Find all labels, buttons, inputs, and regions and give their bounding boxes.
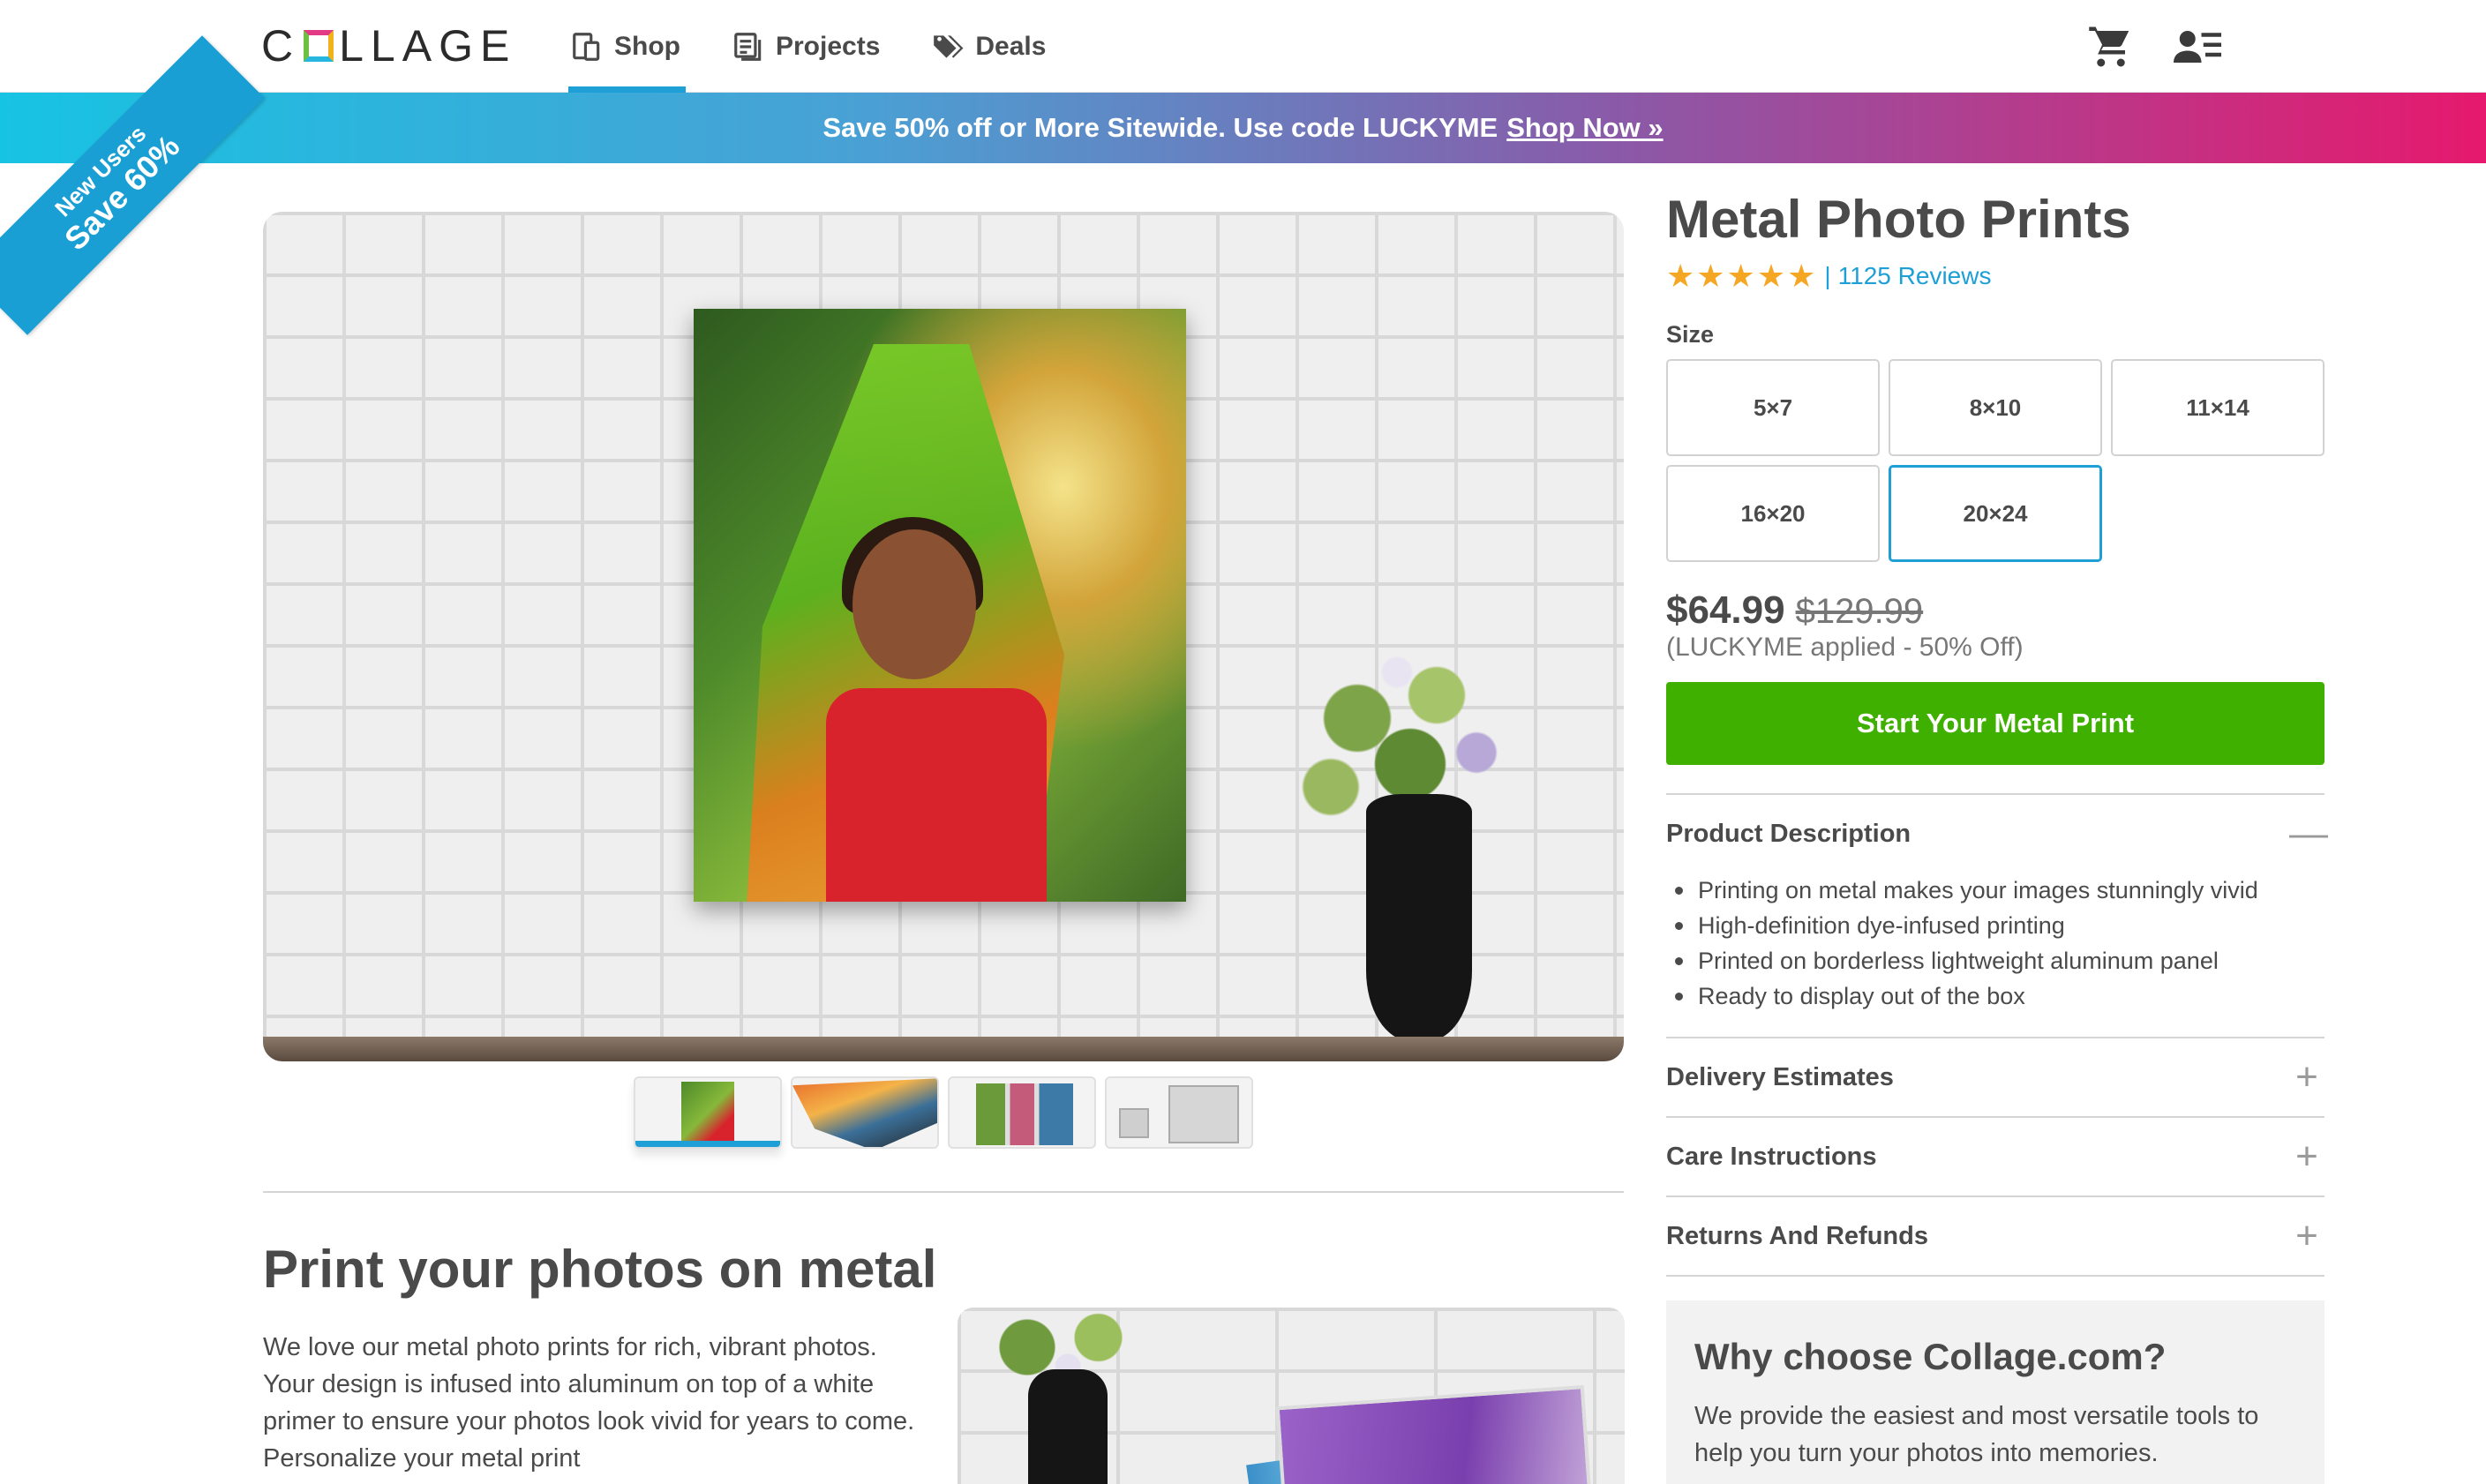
site-header: C LLAGE Shop Projects Deals [0, 0, 2486, 93]
logo-square-icon [304, 30, 334, 62]
product-accordion: Product Description — Printing on metal … [1666, 793, 2328, 1277]
section-body: We love our metal photo prints for rich,… [263, 1333, 915, 1473]
size-label: Size [1666, 321, 1715, 348]
original-price: $129.99 [1795, 592, 1924, 631]
thumbnail-3[interactable] [948, 1076, 1096, 1149]
section-title: Print your photos on metal [263, 1240, 937, 1299]
accordion-header-description[interactable]: Product Description — [1666, 795, 2328, 873]
nav-projects[interactable]: Projects [726, 0, 885, 93]
size-option-11x14[interactable]: 11×14 [2111, 359, 2325, 456]
image-thumbnails [634, 1076, 1253, 1149]
product-hero-image[interactable] [263, 212, 1624, 1061]
expand-icon[interactable]: + [2289, 1137, 2325, 1176]
reviews-link[interactable]: 1125 Reviews [1838, 262, 1992, 290]
thumbnail-4[interactable] [1105, 1076, 1253, 1149]
list-item: Printing on metal makes your images stun… [1670, 873, 2325, 908]
why-title: Why choose Collage.com? [1694, 1336, 2167, 1377]
promo-banner: Save 50% off or More Sitewide. Use code … [0, 93, 2486, 163]
accordion-delivery: Delivery Estimates + [1666, 1038, 2325, 1118]
nav-shop[interactable]: Shop [565, 0, 686, 93]
size-option-16x20[interactable]: 16×20 [1666, 465, 1880, 562]
nav-deals[interactable]: Deals [926, 0, 1051, 93]
thumbnail-1[interactable] [634, 1076, 782, 1149]
size-option-8x10[interactable]: 8×10 [1889, 359, 2102, 456]
promo-text: Save 50% off or More Sitewide. Use code … [822, 112, 1498, 143]
deals-tag-icon [934, 34, 964, 58]
size-option-5x7[interactable]: 5×7 [1666, 359, 1880, 456]
main-nav: Shop Projects Deals [565, 0, 1092, 93]
expand-icon[interactable]: + [2289, 1058, 2325, 1097]
account-icon[interactable] [2174, 23, 2221, 71]
projects-icon [734, 32, 762, 61]
size-option-20x24[interactable]: 20×24 [1889, 465, 2102, 562]
why-body: We provide the easiest and most versatil… [1694, 1402, 2259, 1467]
accordion-header-delivery[interactable]: Delivery Estimates + [1666, 1038, 2325, 1116]
shop-now-link[interactable]: Shop Now » [1506, 112, 1663, 144]
shop-icon [573, 32, 600, 61]
star-rating-icon: ★★★★★ [1666, 258, 1818, 294]
discount-note: (LUCKYME applied - 50% Off) [1666, 633, 2024, 662]
list-item: Ready to display out of the box [1670, 978, 2325, 1014]
price-row: $64.99 $129.99 [1666, 588, 2325, 633]
shelf-decor [263, 1037, 1624, 1061]
product-title: Metal Photo Prints [1666, 190, 2131, 249]
accordion-description: Product Description — Printing on metal … [1666, 795, 2328, 1038]
collapse-icon[interactable]: — [2289, 814, 2328, 853]
expand-icon[interactable]: + [2289, 1217, 2325, 1255]
list-item: Printed on borderless lightweight alumin… [1670, 943, 2325, 978]
vase-decor [1366, 794, 1472, 1041]
product-rating: ★★★★★ | 1125 Reviews [1666, 258, 1992, 294]
section-divider [263, 1191, 1624, 1193]
accordion-returns: Returns And Refunds + [1666, 1197, 2325, 1277]
start-metal-print-button[interactable]: Start Your Metal Print [1666, 682, 2325, 765]
accordion-care: Care Instructions + [1666, 1118, 2325, 1197]
accordion-header-returns[interactable]: Returns And Refunds + [1666, 1197, 2325, 1275]
sale-price: $64.99 [1666, 588, 1785, 632]
lifestyle-image [958, 1308, 1625, 1484]
header-actions [2087, 23, 2221, 71]
accordion-header-care[interactable]: Care Instructions + [1666, 1118, 2325, 1195]
list-item: High-definition dye-infused printing [1670, 908, 2325, 943]
thumbnail-2[interactable] [791, 1076, 939, 1149]
product-panel: Metal Photo Prints ★★★★★ | 1125 Reviews … [1666, 185, 2328, 1277]
collage-logo[interactable]: C LLAGE [261, 19, 516, 72]
metal-print-photo [694, 309, 1186, 902]
size-options: 5×7 8×10 11×14 16×20 20×24 [1666, 359, 2325, 562]
why-choose-box: Why choose Collage.com? We provide the e… [1666, 1300, 2325, 1484]
description-list: Printing on metal makes your images stun… [1670, 873, 2325, 1014]
cart-icon[interactable] [2087, 23, 2135, 71]
